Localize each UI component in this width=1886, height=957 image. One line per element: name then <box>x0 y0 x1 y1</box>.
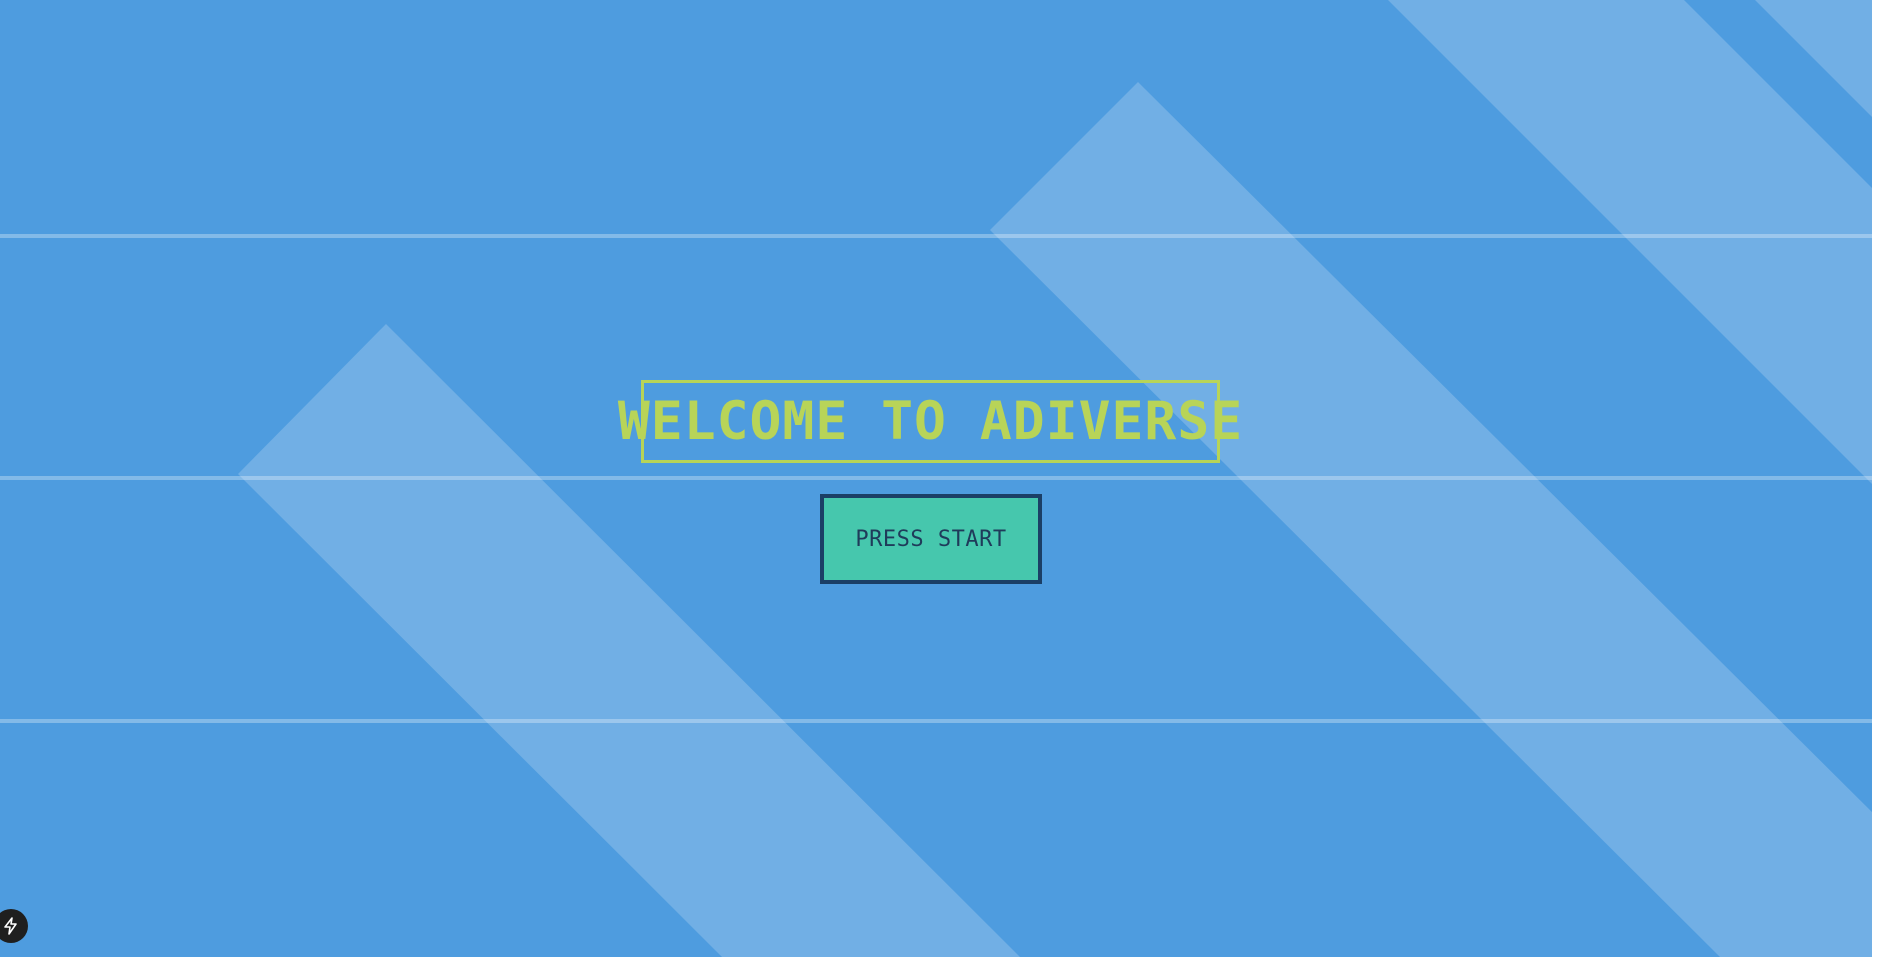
press-start-button[interactable]: PRESS START <box>820 494 1042 584</box>
game-title: WELCOME TO ADIVERSE <box>617 391 1244 452</box>
right-edge-strip <box>1872 0 1886 957</box>
lightning-bolt-icon <box>4 917 17 935</box>
title-screen: WELCOME TO ADIVERSE PRESS START <box>0 0 1886 957</box>
title-frame: WELCOME TO ADIVERSE <box>618 380 1242 463</box>
background-pattern <box>0 0 1886 957</box>
